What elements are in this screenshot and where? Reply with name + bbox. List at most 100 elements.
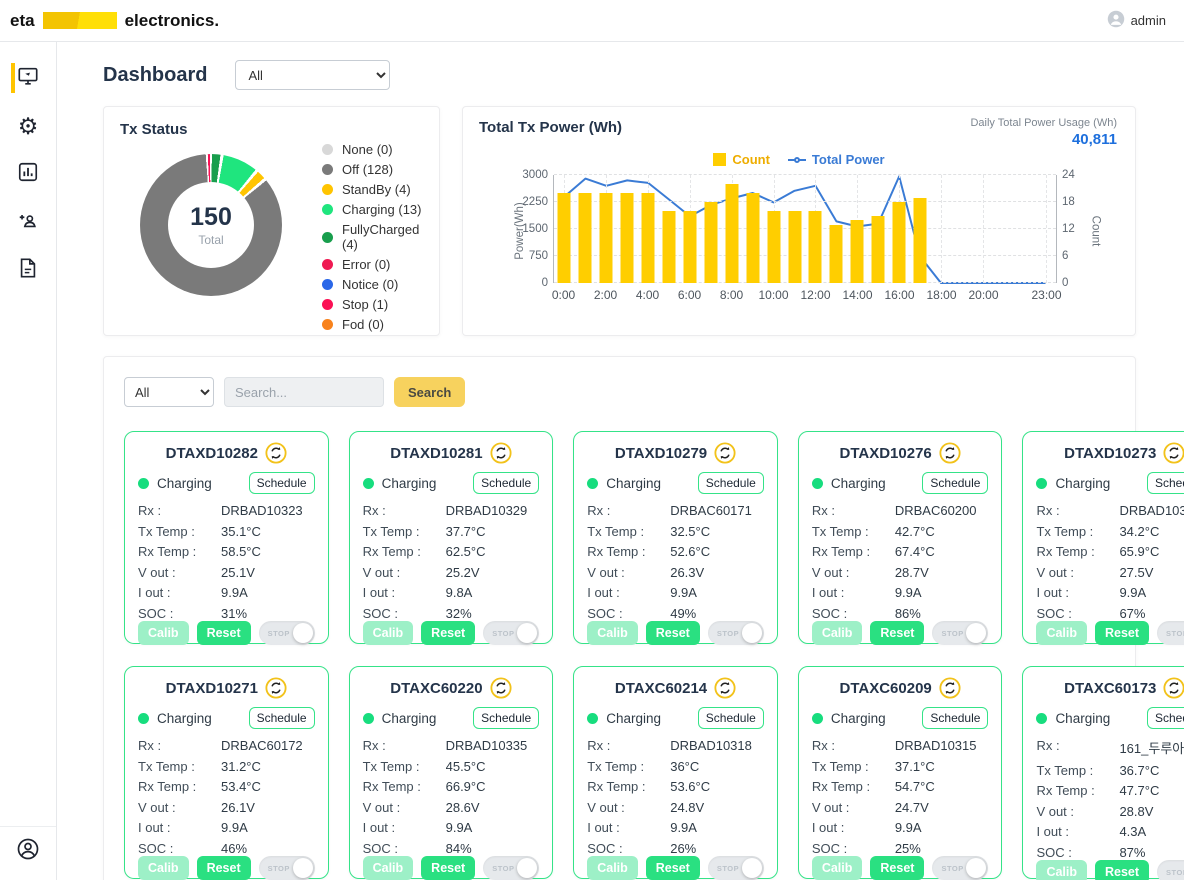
reset-button[interactable]: Reset (646, 621, 700, 645)
device-filter-select[interactable]: All (124, 377, 214, 407)
reset-button[interactable]: Reset (1095, 860, 1149, 880)
legend-label: Charging (13) (342, 202, 422, 217)
reset-button[interactable]: Reset (421, 856, 475, 880)
calib-button[interactable]: Calib (812, 621, 863, 645)
legend-label: Fod (0) (342, 317, 384, 332)
device-title: DTAXC60173 (1064, 680, 1156, 697)
stop-toggle[interactable]: STOP (1157, 621, 1184, 645)
device-title: DTAXD10282 (166, 445, 258, 462)
power-chart: Power(Wh) Count 0750150022503000 0612182… (553, 175, 1057, 309)
toggle-knob-icon (293, 858, 313, 878)
device-info-row: SOC :86% (812, 606, 989, 621)
calib-button[interactable]: Calib (587, 856, 638, 880)
device-card: DTAXC60209 Charging Schedule Rx :DRBAD10… (798, 666, 1003, 879)
search-button[interactable]: Search (394, 377, 465, 407)
reset-button[interactable]: Reset (1095, 621, 1149, 645)
stop-toggle[interactable]: STOP (259, 856, 315, 880)
device-info-rows: Rx :DRBAC60200Tx Temp :42.7°CRx Temp :67… (812, 503, 989, 621)
sidebar-item-add-user[interactable] (0, 198, 56, 246)
stop-toggle[interactable]: STOP (1157, 860, 1184, 880)
schedule-button[interactable]: Schedule (1147, 472, 1184, 494)
refresh-icon[interactable] (939, 677, 961, 699)
count-bar (914, 198, 927, 284)
device-info-row: V out :24.7V (812, 800, 989, 815)
sidebar-item-documents[interactable] (0, 246, 56, 294)
calib-button[interactable]: Calib (363, 621, 414, 645)
device-info-row: Rx :DRBAC60200 (812, 503, 989, 518)
device-status: Charging (382, 476, 437, 491)
search-input[interactable] (224, 377, 384, 407)
donut-center: 150 Total (168, 182, 254, 268)
stop-toggle-label: STOP (717, 864, 739, 873)
stop-toggle[interactable]: STOP (483, 621, 539, 645)
calib-button[interactable]: Calib (812, 856, 863, 880)
reset-button[interactable]: Reset (646, 856, 700, 880)
refresh-icon[interactable] (490, 442, 512, 464)
dashboard-filter-select[interactable]: All (235, 60, 390, 90)
device-info-row: Rx Temp :54.7°C (812, 779, 989, 794)
sidebar-item-settings[interactable]: ⚙ (0, 102, 56, 150)
stop-toggle[interactable]: STOP (483, 856, 539, 880)
refresh-icon[interactable] (1163, 442, 1184, 464)
refresh-icon[interactable] (1163, 677, 1184, 699)
refresh-icon[interactable] (714, 442, 736, 464)
refresh-icon[interactable] (939, 442, 961, 464)
sidebar-item-statistics[interactable] (0, 150, 56, 198)
device-info-rows: Rx :DRBAD10315Tx Temp :37.1°CRx Temp :54… (812, 738, 989, 856)
schedule-button[interactable]: Schedule (922, 472, 988, 494)
device-info-row: V out :26.3V (587, 565, 764, 580)
user-menu[interactable]: admin (1107, 10, 1166, 31)
schedule-button[interactable]: Schedule (698, 707, 764, 729)
calib-button[interactable]: Calib (1036, 621, 1087, 645)
device-info-row: I out :9.9A (138, 820, 315, 835)
reset-button[interactable]: Reset (870, 621, 924, 645)
device-info-row: SOC :46% (138, 841, 315, 856)
device-info-row: SOC :25% (812, 841, 989, 856)
device-info-row: Rx Temp :47.7°C (1036, 783, 1184, 798)
reset-button[interactable]: Reset (197, 621, 251, 645)
schedule-button[interactable]: Schedule (922, 707, 988, 729)
refresh-icon[interactable] (714, 677, 736, 699)
power-chart-legend: Count Total Power (479, 152, 1119, 167)
add-user-icon (17, 209, 39, 236)
sidebar-item-account[interactable] (0, 826, 56, 880)
schedule-button[interactable]: Schedule (1147, 707, 1184, 729)
legend-total-power[interactable]: Total Power (788, 152, 885, 167)
stop-toggle[interactable]: STOP (932, 621, 988, 645)
sidebar-item-dashboard[interactable] (0, 54, 56, 102)
reset-button[interactable]: Reset (421, 621, 475, 645)
device-info-row: Rx :161_두루아이... (1036, 738, 1184, 757)
calib-button[interactable]: Calib (1036, 860, 1087, 880)
stop-toggle[interactable]: STOP (708, 856, 764, 880)
calib-button[interactable]: Calib (587, 621, 638, 645)
reset-button[interactable]: Reset (870, 856, 924, 880)
schedule-button[interactable]: Schedule (473, 472, 539, 494)
stop-toggle[interactable]: STOP (708, 621, 764, 645)
device-status: Charging (831, 476, 886, 491)
daily-usage-value: 40,811 (970, 131, 1117, 148)
stop-toggle[interactable]: STOP (259, 621, 315, 645)
reset-button[interactable]: Reset (197, 856, 251, 880)
count-bar (642, 193, 655, 283)
schedule-button[interactable]: Schedule (473, 707, 539, 729)
legend-count[interactable]: Count (713, 152, 770, 167)
stop-toggle[interactable]: STOP (932, 856, 988, 880)
legend-label: StandBy (4) (342, 182, 411, 197)
logo-text-left: eta (10, 11, 35, 31)
refresh-icon[interactable] (490, 677, 512, 699)
device-card: DTAXD10279 Charging Schedule Rx :DRBAC60… (573, 431, 778, 644)
refresh-icon[interactable] (265, 442, 287, 464)
calib-button[interactable]: Calib (138, 856, 189, 880)
schedule-button[interactable]: Schedule (249, 472, 315, 494)
legend-item: Charging (13) (322, 202, 423, 217)
calib-button[interactable]: Calib (138, 621, 189, 645)
legend-label: FullyCharged (4) (342, 222, 423, 252)
daily-usage-box: Daily Total Power Usage (Wh) 40,811 (970, 117, 1117, 148)
refresh-icon[interactable] (265, 677, 287, 699)
schedule-button[interactable]: Schedule (249, 707, 315, 729)
device-info-row: V out :26.1V (138, 800, 315, 815)
device-info-row: I out :9.9A (138, 585, 315, 600)
logo-text-right: electronics. (125, 11, 220, 31)
calib-button[interactable]: Calib (363, 856, 414, 880)
schedule-button[interactable]: Schedule (698, 472, 764, 494)
